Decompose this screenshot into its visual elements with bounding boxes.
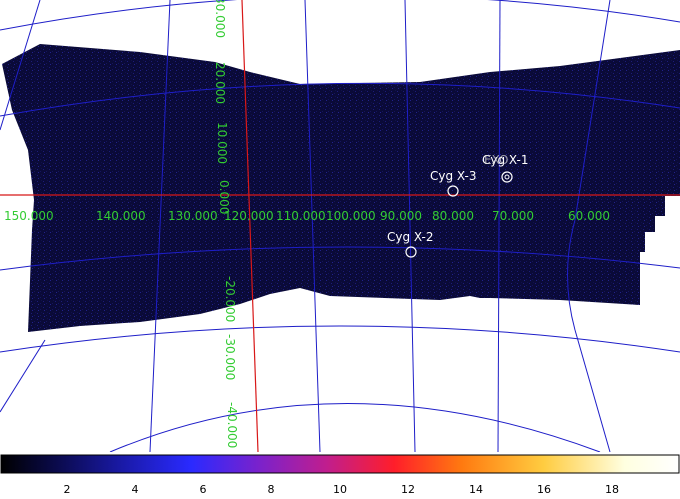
- lat-label: 30.000: [213, 0, 227, 38]
- lon-label: 150.000: [4, 209, 54, 223]
- colorbar-tick: 18: [605, 483, 619, 496]
- lon-label: 140.000: [96, 209, 146, 223]
- lon-label: 130.000: [168, 209, 218, 223]
- colorbar-tick: 12: [401, 483, 415, 496]
- lon-label: 70.000: [492, 209, 534, 223]
- colorbar-tick: 16: [537, 483, 551, 496]
- lat-label: -20.000: [223, 276, 237, 322]
- colorbar-tick: 6: [200, 483, 207, 496]
- colorbar-tick: 10: [333, 483, 347, 496]
- exposure-region: [2, 44, 680, 332]
- colorbar-tick: 8: [268, 483, 275, 496]
- lon-label: 60.000: [568, 209, 610, 223]
- lon-label: 80.000: [432, 209, 474, 223]
- lon-label: 110.000: [276, 209, 326, 223]
- source-label-overlap: EXO: [484, 153, 508, 167]
- lat-label: -30.000: [223, 334, 237, 380]
- lat-label: 0.000: [217, 180, 231, 214]
- lat-label: -40.000: [225, 402, 239, 448]
- lat-label: 20.000: [213, 62, 227, 104]
- colorbar[interactable]: [0, 454, 680, 474]
- colorbar-tick: 2: [64, 483, 71, 496]
- colorbar-tick: 14: [469, 483, 483, 496]
- lon-label: 90.000: [380, 209, 422, 223]
- lat-label: 10.000: [215, 122, 229, 164]
- lon-label: 100.000: [326, 209, 376, 223]
- colorbar-tick: 4: [132, 483, 139, 496]
- source-label: Cyg X-3: [430, 169, 477, 183]
- sky-map-view: 150.000 140.000 130.000 120.000 110.000 …: [0, 0, 680, 499]
- source-label: Cyg X-2: [387, 230, 434, 244]
